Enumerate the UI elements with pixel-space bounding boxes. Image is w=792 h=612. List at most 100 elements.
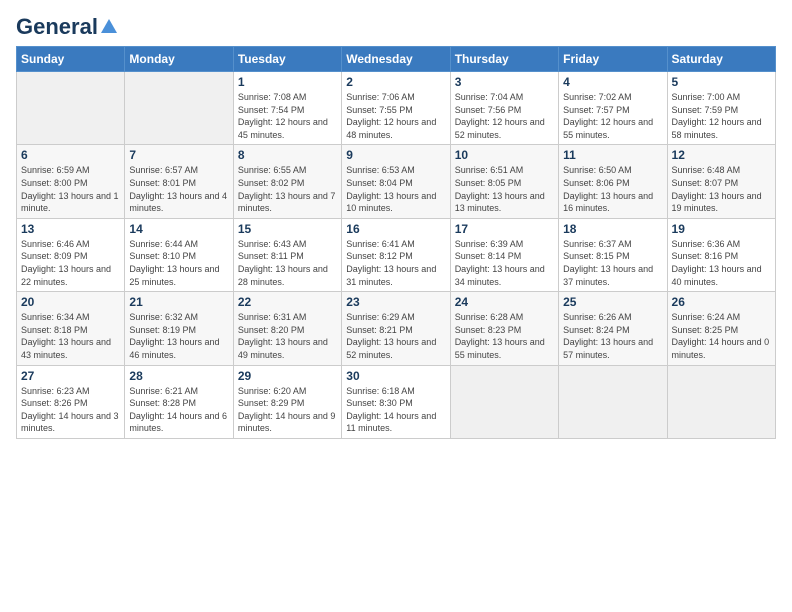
day-number: 6 [21, 148, 120, 162]
day-number: 29 [238, 369, 337, 383]
day-number: 11 [563, 148, 662, 162]
calendar-cell: 10 Sunrise: 6:51 AMSunset: 8:05 PMDayligh… [450, 145, 558, 218]
calendar-cell: 12Sunrise: 6:48 AMSunset: 8:07 PMDayligh… [667, 145, 775, 218]
day-number: 28 [129, 369, 228, 383]
weekday-header: Thursday [450, 47, 558, 72]
calendar-cell: 14 Sunrise: 6:44 AMSunset: 8:10 PMDayligh… [125, 218, 233, 291]
calendar-cell: 11 Sunrise: 6:50 AMSunset: 8:06 PMDayligh… [559, 145, 667, 218]
page: General SundayMondayTuesdayWednesdayThur… [0, 0, 792, 612]
calendar-week-row: 27 Sunrise: 6:23 AMSunset: 8:26 PMDayligh… [17, 365, 776, 438]
day-number: 24 [455, 295, 554, 309]
day-number: 16 [346, 222, 445, 236]
day-info: Sunrise: 6:50 AMSunset: 8:06 PMDaylight:… [563, 164, 662, 214]
calendar-cell: 7Sunrise: 6:57 AMSunset: 8:01 PMDaylight… [125, 145, 233, 218]
day-number: 12 [672, 148, 771, 162]
day-number: 3 [455, 75, 554, 89]
day-info: Sunrise: 7:02 AMSunset: 7:57 PMDaylight:… [563, 91, 662, 141]
calendar-cell: 22Sunrise: 6:31 AMSunset: 8:20 PMDayligh… [233, 292, 341, 365]
day-number: 26 [672, 295, 771, 309]
calendar-cell: 6 Sunrise: 6:59 AMSunset: 8:00 PMDaylight… [17, 145, 125, 218]
calendar-week-row: 13 Sunrise: 6:46 AMSunset: 8:09 PMDayligh… [17, 218, 776, 291]
day-info: Sunrise: 6:39 AMSunset: 8:14 PMDaylight:… [455, 238, 554, 288]
day-info: Sunrise: 6:44 AMSunset: 8:10 PMDaylight:… [129, 238, 228, 288]
calendar-cell: 30 Sunrise: 6:18 AMSunset: 8:30 PMDayligh… [342, 365, 450, 438]
weekday-header: Monday [125, 47, 233, 72]
day-info: Sunrise: 6:23 AMSunset: 8:26 PMDaylight:… [21, 385, 120, 435]
day-number: 27 [21, 369, 120, 383]
day-number: 21 [129, 295, 228, 309]
day-number: 30 [346, 369, 445, 383]
day-info: Sunrise: 6:18 AMSunset: 8:30 PMDaylight:… [346, 385, 445, 435]
day-info: Sunrise: 6:59 AMSunset: 8:00 PMDaylight:… [21, 164, 120, 214]
calendar-cell: 29 Sunrise: 6:20 AMSunset: 8:29 PMDayligh… [233, 365, 341, 438]
day-number: 15 [238, 222, 337, 236]
calendar-cell: 16 Sunrise: 6:41 AMSunset: 8:12 PMDayligh… [342, 218, 450, 291]
day-number: 9 [346, 148, 445, 162]
day-number: 17 [455, 222, 554, 236]
day-number: 1 [238, 75, 337, 89]
logo-text-general: General [16, 16, 98, 38]
day-info: Sunrise: 6:24 AMSunset: 8:25 PMDaylight:… [672, 311, 771, 361]
calendar-cell: 5 Sunrise: 7:00 AMSunset: 7:59 PMDaylight… [667, 72, 775, 145]
day-number: 22 [238, 295, 337, 309]
day-number: 14 [129, 222, 228, 236]
day-info: Sunrise: 7:06 AMSunset: 7:55 PMDaylight:… [346, 91, 445, 141]
calendar-cell: 17 Sunrise: 6:39 AMSunset: 8:14 PMDayligh… [450, 218, 558, 291]
calendar-cell: 20Sunrise: 6:34 AMSunset: 8:18 PMDayligh… [17, 292, 125, 365]
day-info: Sunrise: 6:29 AMSunset: 8:21 PMDaylight:… [346, 311, 445, 361]
calendar-cell: 2 Sunrise: 7:06 AMSunset: 7:55 PMDaylight… [342, 72, 450, 145]
calendar-cell: 23 Sunrise: 6:29 AMSunset: 8:21 PMDayligh… [342, 292, 450, 365]
day-number: 19 [672, 222, 771, 236]
calendar-table: SundayMondayTuesdayWednesdayThursdayFrid… [16, 46, 776, 439]
calendar-cell: 8 Sunrise: 6:55 AMSunset: 8:02 PMDaylight… [233, 145, 341, 218]
calendar-cell: 25Sunrise: 6:26 AMSunset: 8:24 PMDayligh… [559, 292, 667, 365]
calendar-cell [125, 72, 233, 145]
calendar-cell: 4 Sunrise: 7:02 AMSunset: 7:57 PMDaylight… [559, 72, 667, 145]
calendar-week-row: 1 Sunrise: 7:08 AMSunset: 7:54 PMDaylight… [17, 72, 776, 145]
day-number: 18 [563, 222, 662, 236]
day-info: Sunrise: 6:37 AMSunset: 8:15 PMDaylight:… [563, 238, 662, 288]
calendar-cell [559, 365, 667, 438]
day-info: Sunrise: 6:28 AMSunset: 8:23 PMDaylight:… [455, 311, 554, 361]
day-number: 7 [129, 148, 228, 162]
day-number: 2 [346, 75, 445, 89]
day-info: Sunrise: 6:32 AMSunset: 8:19 PMDaylight:… [129, 311, 228, 361]
calendar-cell: 18 Sunrise: 6:37 AMSunset: 8:15 PMDayligh… [559, 218, 667, 291]
calendar-cell [17, 72, 125, 145]
weekday-header: Friday [559, 47, 667, 72]
day-number: 8 [238, 148, 337, 162]
calendar-cell: 15 Sunrise: 6:43 AMSunset: 8:11 PMDayligh… [233, 218, 341, 291]
header: General [16, 16, 776, 36]
calendar-cell: 21 Sunrise: 6:32 AMSunset: 8:19 PMDayligh… [125, 292, 233, 365]
day-info: Sunrise: 6:43 AMSunset: 8:11 PMDaylight:… [238, 238, 337, 288]
calendar-cell: 28Sunrise: 6:21 AMSunset: 8:28 PMDayligh… [125, 365, 233, 438]
calendar-cell [667, 365, 775, 438]
day-info: Sunrise: 6:51 AMSunset: 8:05 PMDaylight:… [455, 164, 554, 214]
day-number: 4 [563, 75, 662, 89]
calendar-cell: 26 Sunrise: 6:24 AMSunset: 8:25 PMDayligh… [667, 292, 775, 365]
weekday-header: Saturday [667, 47, 775, 72]
calendar-cell: 27 Sunrise: 6:23 AMSunset: 8:26 PMDayligh… [17, 365, 125, 438]
day-info: Sunrise: 6:46 AMSunset: 8:09 PMDaylight:… [21, 238, 120, 288]
day-info: Sunrise: 7:00 AMSunset: 7:59 PMDaylight:… [672, 91, 771, 141]
day-number: 5 [672, 75, 771, 89]
day-info: Sunrise: 6:36 AMSunset: 8:16 PMDaylight:… [672, 238, 771, 288]
weekday-header: Wednesday [342, 47, 450, 72]
day-info: Sunrise: 6:20 AMSunset: 8:29 PMDaylight:… [238, 385, 337, 435]
weekday-header: Tuesday [233, 47, 341, 72]
day-number: 20 [21, 295, 120, 309]
day-info: Sunrise: 6:41 AMSunset: 8:12 PMDaylight:… [346, 238, 445, 288]
calendar-cell: 9Sunrise: 6:53 AMSunset: 8:04 PMDaylight… [342, 145, 450, 218]
day-number: 10 [455, 148, 554, 162]
calendar-cell: 1 Sunrise: 7:08 AMSunset: 7:54 PMDaylight… [233, 72, 341, 145]
day-number: 13 [21, 222, 120, 236]
day-info: Sunrise: 7:04 AMSunset: 7:56 PMDaylight:… [455, 91, 554, 141]
day-number: 25 [563, 295, 662, 309]
day-info: Sunrise: 6:55 AMSunset: 8:02 PMDaylight:… [238, 164, 337, 214]
calendar-week-row: 6 Sunrise: 6:59 AMSunset: 8:00 PMDaylight… [17, 145, 776, 218]
day-number: 23 [346, 295, 445, 309]
calendar-header-row: SundayMondayTuesdayWednesdayThursdayFrid… [17, 47, 776, 72]
day-info: Sunrise: 7:08 AMSunset: 7:54 PMDaylight:… [238, 91, 337, 141]
calendar-cell: 24 Sunrise: 6:28 AMSunset: 8:23 PMDayligh… [450, 292, 558, 365]
calendar-cell [450, 365, 558, 438]
